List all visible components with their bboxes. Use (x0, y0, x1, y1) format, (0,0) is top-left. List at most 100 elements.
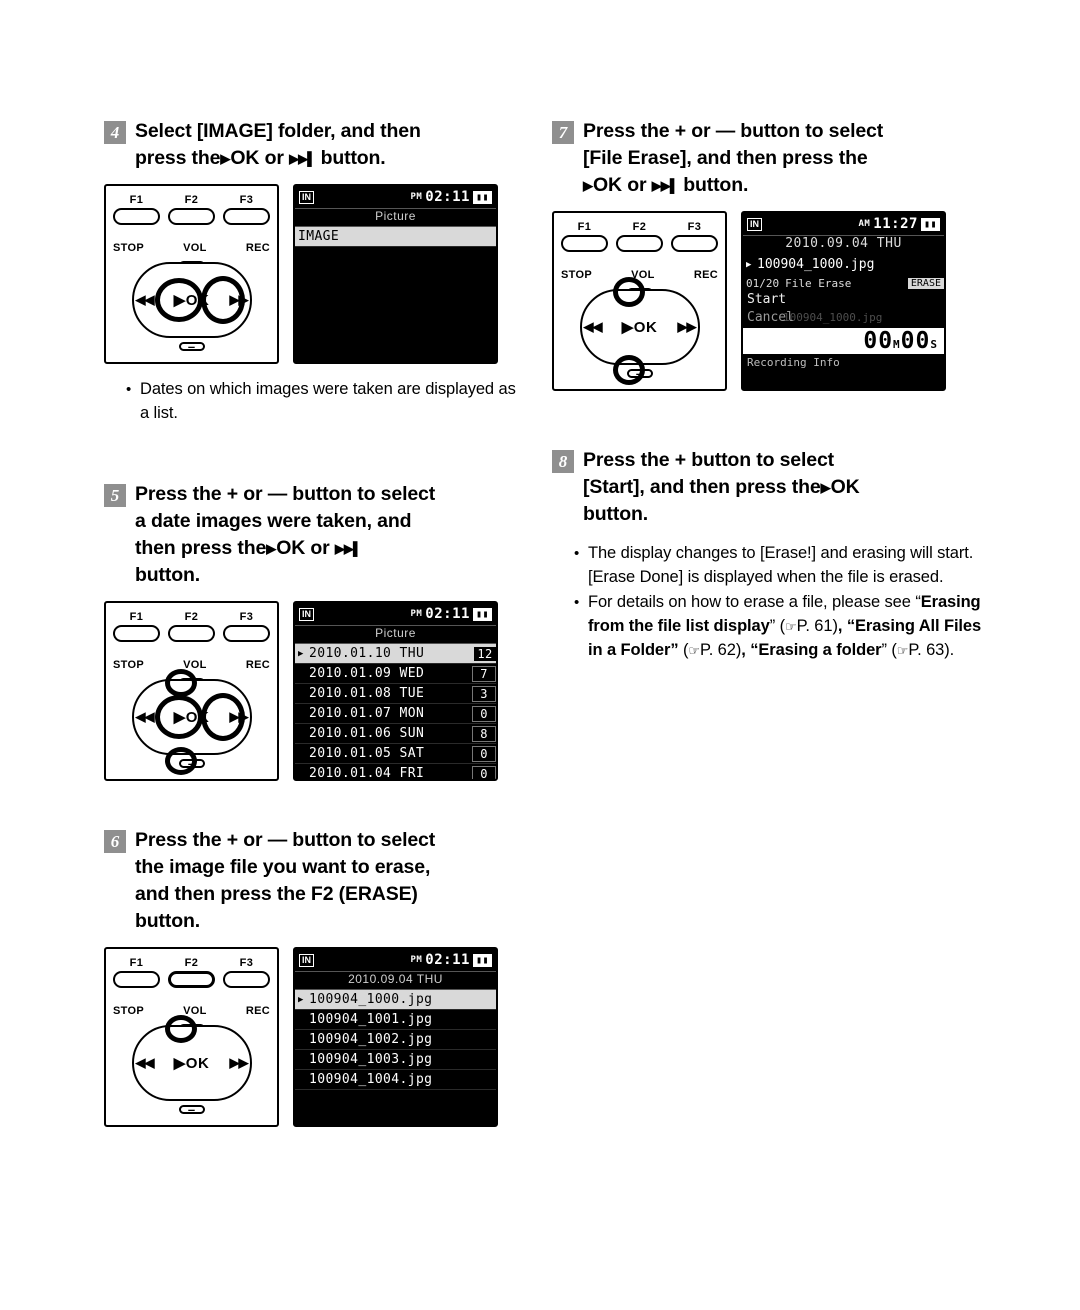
step-4-heading: 4 Select [IMAGE] folder, and then press … (104, 118, 519, 172)
play-triangle-icon: ▶ (820, 480, 831, 495)
fast-forward-icon: ▶▶▌ (289, 151, 316, 166)
lcd7-elapsed-time: 00M00S (743, 328, 944, 354)
f1-key[interactable] (113, 208, 160, 225)
play-cursor-icon: ▶ (746, 259, 752, 270)
f1-key[interactable] (561, 235, 608, 252)
bullet: • The display changes to [Erase!] and er… (574, 542, 982, 589)
lcd5-statusbar: IN PM 02:11 ▮▮ (295, 603, 496, 626)
lcd7-recording-info: Recording Info (747, 356, 840, 369)
lcd4-ampm: PM (410, 192, 423, 202)
lcd7-option-start[interactable]: Start (743, 292, 944, 310)
f1-key[interactable] (113, 971, 160, 988)
f2-key[interactable] (616, 235, 663, 252)
lcd7-menu-label[interactable]: File Erase (785, 277, 851, 290)
list-item[interactable]: 2010.01.05 SAT 0 (295, 744, 496, 764)
battery-icon: ▮▮ (472, 953, 492, 967)
highlight-minus (164, 747, 197, 775)
play-triangle-icon: ▶ (583, 178, 593, 193)
list-item[interactable]: 2010.01.06 SUN 8 (295, 724, 496, 744)
lcd5-row5-label: 2010.01.05 SAT (309, 746, 425, 761)
control-wheel-area: ◀◀ ▶OK ▶▶ (117, 1015, 267, 1117)
list-item[interactable]: 100904_1003.jpg (295, 1050, 496, 1070)
lcd4-clock: PM 02:11 ▮▮ (410, 189, 492, 205)
rewind-icon[interactable]: ◀◀ (136, 709, 155, 725)
step-8-bullet-2: For details on how to erase a file, plea… (588, 593, 982, 659)
play-triangle-icon: ▶ (266, 541, 277, 556)
lcd7-ampm: AM (858, 219, 871, 229)
f3-cell: F3 (671, 221, 718, 252)
highlight-ff (200, 276, 245, 324)
rewind-icon[interactable]: ◀◀ (136, 1055, 155, 1071)
left-column: 4 Select [IMAGE] folder, and then press … (104, 118, 519, 1127)
lcd7-time: 11:27 (873, 216, 918, 232)
list-item[interactable]: 2010.01.08 TUE 3 (295, 684, 496, 704)
lcd7-statusbar: IN AM 11:27 ▮▮ (743, 213, 944, 236)
f3-key[interactable] (671, 235, 718, 252)
f2-key[interactable] (168, 208, 215, 225)
f1-cell: F1 (113, 194, 160, 225)
list-item[interactable]: 100904_1001.jpg (295, 1010, 496, 1030)
highlight-plus (612, 277, 645, 307)
bullet2-mid2: , “ (741, 641, 759, 659)
lcd6-row2-label: 100904_1002.jpg (309, 1032, 433, 1047)
f3-key[interactable] (223, 971, 270, 988)
step-4-bullet-1: Dates on which images were taken are dis… (140, 380, 516, 422)
step-4-block: 4 Select [IMAGE] folder, and then press … (104, 118, 519, 425)
vol-label: VOL (183, 242, 207, 254)
f3-label: F3 (239, 194, 254, 206)
lcd5-row6-label: 2010.01.04 FRI (309, 766, 425, 781)
minus-button[interactable] (178, 342, 205, 351)
step-7-or: or (627, 174, 647, 196)
minus-button[interactable] (178, 1105, 205, 1114)
step-5-line4: button. (135, 564, 201, 586)
secondary-label-row: STOP VOL REC (561, 269, 718, 281)
ok-button[interactable]: ▶OK (174, 1054, 210, 1072)
step-8-ok: OK (830, 476, 860, 498)
step-4-ok: OK (230, 147, 260, 169)
list-item[interactable]: 100904_1002.jpg (295, 1030, 496, 1050)
rec-label: REC (245, 242, 270, 254)
list-item[interactable]: IMAGE (295, 227, 496, 247)
lcd5-row1-label: 2010.01.09 WED (309, 666, 425, 681)
rec-label: REC (245, 1005, 270, 1017)
step-6-line3: and then press the F2 (ERASE) (135, 883, 418, 905)
list-item[interactable]: 2010.01.09 WED 7 (295, 664, 496, 684)
list-item[interactable]: 100904_1004.jpg (295, 1070, 496, 1090)
f3-label: F3 (239, 957, 254, 969)
list-item[interactable]: ▶ 2010.01.10 THU 12 (295, 644, 496, 664)
fast-forward-button[interactable]: ▶▶ (230, 1055, 249, 1071)
fast-forward-button[interactable]: ▶▶ (678, 319, 697, 335)
list-item[interactable]: 2010.01.07 MON 0 (295, 704, 496, 724)
step-8-bullets: • The display changes to [Erase!] and er… (574, 542, 982, 664)
step-6-text: Press the + or — button to select the im… (135, 827, 435, 935)
f1-key[interactable] (113, 625, 160, 642)
quote-close-2: ” (670, 641, 679, 659)
rewind-icon[interactable]: ◀◀ (136, 292, 155, 308)
list-item[interactable]: ▶ 100904_1000.jpg (295, 990, 496, 1010)
step-4-line1: Select [IMAGE] folder, and then (135, 120, 421, 142)
stop-label: STOP (561, 269, 592, 281)
f2-key[interactable] (168, 625, 215, 642)
battery-icon: ▮▮ (472, 190, 492, 204)
f3-key[interactable] (223, 208, 270, 225)
step-7-text: Press the + or — button to select [File … (583, 118, 883, 199)
step-5-block: 5 Press the + or — button to select a da… (104, 481, 519, 781)
bullet: • Dates on which images were taken are d… (126, 378, 519, 425)
list-item[interactable]: 2010.01.04 FRI 0 (295, 764, 496, 781)
lcd4-list: IMAGE (295, 227, 496, 247)
control-wheel-area: ◀◀ ▶OK ▶▶ (565, 277, 715, 385)
rewind-icon[interactable]: ◀◀ (584, 319, 603, 335)
stop-label: STOP (113, 242, 144, 254)
highlight-ok (154, 278, 203, 322)
f1-label: F1 (577, 221, 592, 233)
f2-key[interactable] (168, 971, 215, 988)
lcd5-row0-count: 12 (474, 646, 496, 661)
lcd5-row4-count: 8 (472, 725, 496, 742)
f3-cell: F3 (223, 611, 270, 642)
ok-button[interactable]: ▶OK (622, 318, 658, 336)
step-8-line2-a: [Start], and then press the (583, 476, 821, 498)
f3-key[interactable] (223, 625, 270, 642)
bullet2-tail: ). (944, 641, 955, 659)
step-7-line3-b: button. (683, 174, 749, 196)
fast-forward-icon: ▶▶▌ (651, 178, 679, 193)
